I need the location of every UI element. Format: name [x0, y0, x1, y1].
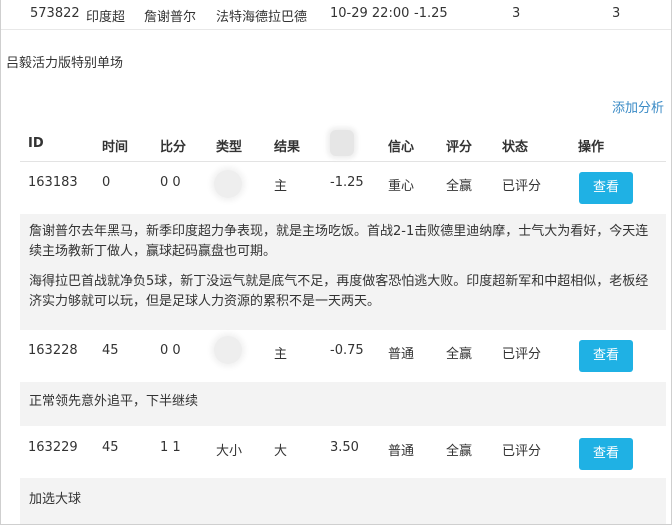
view-button[interactable]: 查看 — [579, 340, 633, 372]
row-id: 163183 — [28, 175, 78, 190]
row-status: 已评分 — [502, 179, 542, 194]
row-comment: 加选大球 — [20, 478, 666, 524]
match-value-2: 3 — [612, 6, 621, 21]
match-league: 印度超 — [86, 10, 126, 25]
row-comment: 詹谢普尔去年黑马，新季印度超力争表现，就是主场吃饭。首战2-1击败德里迪纳摩，士… — [20, 214, 666, 330]
header-confidence: 信心 — [388, 140, 415, 155]
table-row: 163183 0 0 0 主 -1.25 重心 全赢 已评分 查看 — [20, 164, 666, 214]
row-time: 0 — [102, 175, 111, 190]
table-row: 163229 45 1 1 大小 大 3.50 普通 全赢 已评分 查看 — [20, 426, 666, 476]
row-id: 163229 — [28, 440, 78, 455]
row-score: 1 1 — [160, 440, 181, 455]
row-confidence: 普通 — [388, 444, 415, 459]
header-status: 状态 — [502, 140, 529, 155]
row-confidence: 重心 — [388, 179, 415, 194]
header-time: 时间 — [102, 140, 129, 155]
row-rating: 全赢 — [446, 444, 473, 459]
row-type: 大小 — [216, 444, 243, 459]
row-rating: 全赢 — [446, 347, 473, 362]
header-id: ID — [28, 136, 44, 151]
match-time: 10-29 22:00 — [330, 6, 410, 21]
table-row: 163228 45 0 0 主 -0.75 普通 全赢 已评分 查看 — [20, 330, 666, 380]
row-confidence: 普通 — [388, 347, 415, 362]
comment-paragraph: 加选大球 — [29, 492, 82, 507]
match-handicap: -1.25 — [414, 6, 448, 21]
row-line: -1.25 — [330, 175, 364, 190]
header-score: 比分 — [160, 140, 187, 155]
row-result: 主 — [274, 347, 288, 362]
header-type: 类型 — [216, 140, 243, 155]
page-frame: 573822 印度超 詹谢普尔 法特海德拉巴德 10-29 22:00 -1.2… — [0, 0, 672, 525]
match-id: 573822 — [30, 6, 80, 21]
add-analysis-link[interactable]: 添加分析 — [612, 97, 664, 116]
comment-paragraph: 海得拉巴首战就净负5球，新丁没运气就是底气不足，再度做客恐怕逃大败。印度超新军和… — [29, 274, 649, 309]
row-score: 0 0 — [160, 175, 181, 190]
header-result: 结果 — [274, 140, 301, 155]
header-action: 操作 — [578, 140, 605, 155]
blurred-type-cell — [214, 170, 242, 198]
row-score: 0 0 — [160, 343, 181, 358]
header-rating: 评分 — [446, 140, 473, 155]
row-line: -0.75 — [330, 343, 364, 358]
comment-paragraph: 詹谢普尔去年黑马，新季印度超力争表现，就是主场吃饭。首战2-1击败德里迪纳摩，士… — [29, 224, 649, 259]
match-home-team: 詹谢普尔 — [144, 10, 197, 25]
view-button[interactable]: 查看 — [579, 172, 633, 204]
row-comment: 正常领先意外追平，下半继续 — [20, 382, 666, 426]
row-time: 45 — [102, 343, 119, 358]
blurred-header-cell — [330, 130, 354, 156]
row-time: 45 — [102, 440, 119, 455]
match-info-row: 573822 印度超 詹谢普尔 法特海德拉巴德 10-29 22:00 -1.2… — [0, 0, 672, 30]
match-value-1: 3 — [512, 6, 521, 21]
row-line: 3.50 — [330, 440, 359, 455]
blurred-type-cell — [214, 336, 242, 364]
row-result: 大 — [274, 444, 288, 459]
section-title: 吕毅活力版特别单场 — [6, 56, 124, 71]
row-status: 已评分 — [502, 444, 542, 459]
match-away-team: 法特海德拉巴德 — [216, 10, 308, 25]
comment-paragraph: 正常领先意外追平，下半继续 — [29, 394, 199, 409]
row-id: 163228 — [28, 343, 78, 358]
row-result: 主 — [274, 179, 288, 194]
view-button[interactable]: 查看 — [579, 438, 633, 470]
row-status: 已评分 — [502, 347, 542, 362]
row-rating: 全赢 — [446, 179, 473, 194]
